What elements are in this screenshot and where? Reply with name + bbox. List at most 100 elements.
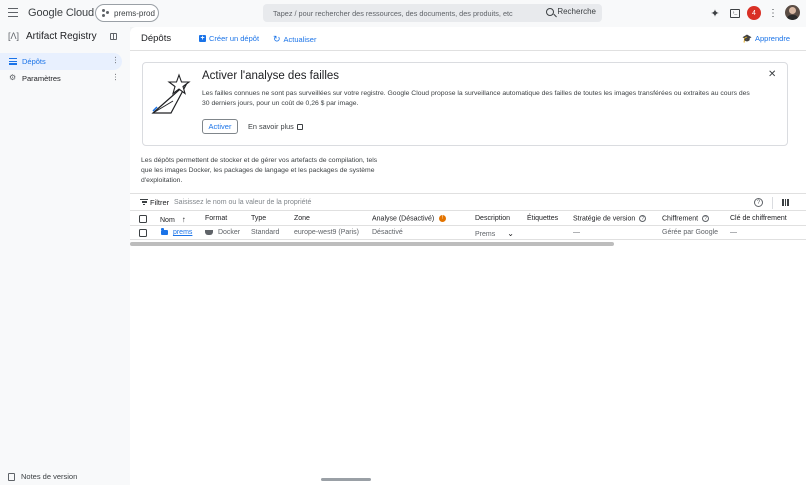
product-title: Artifact Registry (26, 31, 97, 42)
learn-more-label: En savoir plus (248, 122, 294, 131)
filter-input[interactable]: Saisissez le nom ou la valeur de la prop… (174, 199, 311, 206)
list-icon (9, 58, 17, 65)
type-cell: Standard (251, 229, 280, 236)
column-header-description[interactable]: Description (475, 215, 510, 222)
sidebar: [Λ] Artifact Registry Dépôts ⋯ ⚙ Paramèt… (0, 27, 130, 485)
page-header: Dépôts + Créer un dépôt ↻ Actualiser 🎓 A… (130, 27, 806, 51)
column-header-encryption-key[interactable]: Clé de chiffrement (730, 215, 787, 222)
sort-arrow-icon: ↑ (181, 215, 186, 224)
table-horizontal-scrollbar[interactable] (130, 242, 614, 246)
encryption-key-cell: — (730, 229, 737, 236)
more-options-icon[interactable]: ⋯ (111, 56, 120, 64)
refresh-icon: ↻ (273, 34, 281, 44)
learn-button[interactable]: 🎓 Apprendre (742, 34, 790, 43)
description-cell: Prems ⌄ (475, 229, 514, 238)
help-icon[interactable]: ? (702, 215, 710, 222)
more-options-icon[interactable]: ⋯ (111, 73, 120, 81)
google-cloud-logo[interactable]: Google Cloud (28, 7, 94, 19)
gear-icon: ⚙ (9, 73, 17, 82)
page-horizontal-scrollbar[interactable] (321, 478, 371, 481)
column-header-version-policy[interactable]: Stratégie de version ? (573, 215, 647, 223)
sidebar-header: [Λ] Artifact Registry (0, 27, 130, 49)
learn-label: Apprendre (754, 34, 790, 43)
banner-text: Les failles connues ne sont pas surveill… (202, 90, 750, 107)
row-checkbox[interactable] (139, 229, 147, 237)
top-bar: Google Cloud prems-prod Tapez / pour rec… (0, 0, 806, 27)
warning-icon[interactable]: ! (439, 215, 447, 222)
format-value: Docker (217, 229, 241, 236)
project-name: prems-prod (114, 8, 155, 18)
gemini-sparkle-icon[interactable]: ✦ (709, 7, 721, 20)
sidebar-item-label: Dépôts (22, 57, 46, 66)
docker-icon (205, 229, 213, 235)
description-value: Prems (475, 231, 496, 238)
table-row[interactable]: prems Docker Standard europe-west9 (Pari… (130, 226, 806, 240)
column-header-type[interactable]: Type (251, 215, 266, 222)
expand-chevron-icon[interactable]: ⌄ (507, 229, 514, 238)
column-header-labels[interactable]: Étiquettes (527, 215, 558, 222)
column-header-label: Analyse (Désactivé) (372, 215, 435, 223)
column-header-format[interactable]: Format (205, 215, 227, 222)
paper-plane-star-icon (151, 73, 191, 114)
release-notes-label: Notes de version (21, 472, 78, 481)
help-icon[interactable]: ? (639, 215, 647, 222)
page-description: Les dépôts permettent de stocker et de g… (141, 157, 378, 184)
main-content: Dépôts + Créer un dépôt ↻ Actualiser 🎓 A… (130, 27, 806, 485)
activate-button[interactable]: Activer (202, 119, 238, 134)
help-icon[interactable]: ? (754, 198, 763, 207)
column-header-label: Chiffrement (662, 215, 699, 223)
search-icon (546, 7, 555, 16)
release-notes-link[interactable]: Notes de version (8, 472, 77, 481)
sidebar-item-label: Paramètres (22, 74, 61, 83)
page-title: Dépôts (141, 33, 172, 44)
column-header-zone[interactable]: Zone (294, 215, 310, 222)
school-icon: 🎓 (742, 34, 752, 43)
column-display-icon[interactable] (782, 199, 790, 206)
analysis-cell: Désactivé (372, 229, 403, 236)
notifications-badge[interactable]: 4 (747, 6, 761, 20)
sidebar-item-repositories[interactable]: Dépôts ⋯ (0, 53, 122, 70)
project-picker[interactable]: prems-prod (95, 4, 159, 22)
learn-more-link[interactable]: En savoir plus (248, 122, 303, 131)
vulnerability-scanning-banner: Activer l'analyse des failles Les faille… (142, 62, 788, 146)
search-button[interactable]: Recherche (546, 7, 596, 16)
divider (772, 197, 773, 209)
column-header-encryption[interactable]: Chiffrement ? (662, 215, 710, 223)
filter-label: Filtrer (150, 198, 170, 207)
project-icon (102, 9, 110, 17)
refresh-label: Actualiser (283, 35, 317, 44)
search-placeholder: Tapez / pour rechercher des ressources, … (273, 8, 513, 18)
more-options-icon[interactable]: ⋮ (767, 7, 779, 19)
folder-icon (161, 228, 168, 235)
cloud-shell-icon[interactable]: ›_ (729, 7, 741, 19)
filter-icon (140, 199, 148, 206)
create-repository-label: Créer un dépôt (209, 34, 260, 43)
close-icon[interactable]: ✕ (768, 69, 776, 80)
column-header-analysis[interactable]: Analyse (Désactivé) ! (372, 215, 447, 223)
search-button-label: Recherche (557, 7, 596, 16)
external-link-icon (296, 123, 303, 130)
column-header-name[interactable]: Nom ↑ (160, 215, 186, 224)
repositories-table: Nom ↑ Format Type Zone Analyse (Désactiv… (130, 212, 806, 240)
collapse-sidebar-icon[interactable] (110, 33, 117, 40)
artifact-registry-icon: [Λ] (8, 31, 20, 41)
search-input[interactable]: Tapez / pour rechercher des ressources, … (263, 4, 602, 22)
repository-name-link[interactable]: prems (161, 228, 192, 236)
version-policy-cell: — (573, 229, 580, 236)
avatar[interactable] (785, 5, 800, 20)
select-all-checkbox[interactable] (139, 215, 147, 223)
filter-bar[interactable]: Filtrer Saisissez le nom ou la valeur de… (130, 193, 806, 211)
release-notes-icon (8, 472, 15, 481)
table-header-row: Nom ↑ Format Type Zone Analyse (Désactiv… (130, 212, 806, 226)
create-repository-button[interactable]: + Créer un dépôt (199, 34, 259, 43)
repository-name[interactable]: prems (173, 229, 192, 236)
column-header-label: Nom (160, 217, 175, 224)
banner-title: Activer l'analyse des failles (202, 70, 340, 82)
format-cell: Docker (205, 229, 240, 236)
refresh-button[interactable]: ↻ Actualiser (273, 34, 316, 45)
encryption-cell: Gérée par Google (662, 229, 719, 236)
column-header-label: Stratégie de version (573, 215, 636, 223)
sidebar-item-settings[interactable]: ⚙ Paramètres ⋯ (0, 70, 122, 87)
main-menu-icon[interactable] (8, 8, 18, 17)
add-icon: + (199, 35, 206, 42)
